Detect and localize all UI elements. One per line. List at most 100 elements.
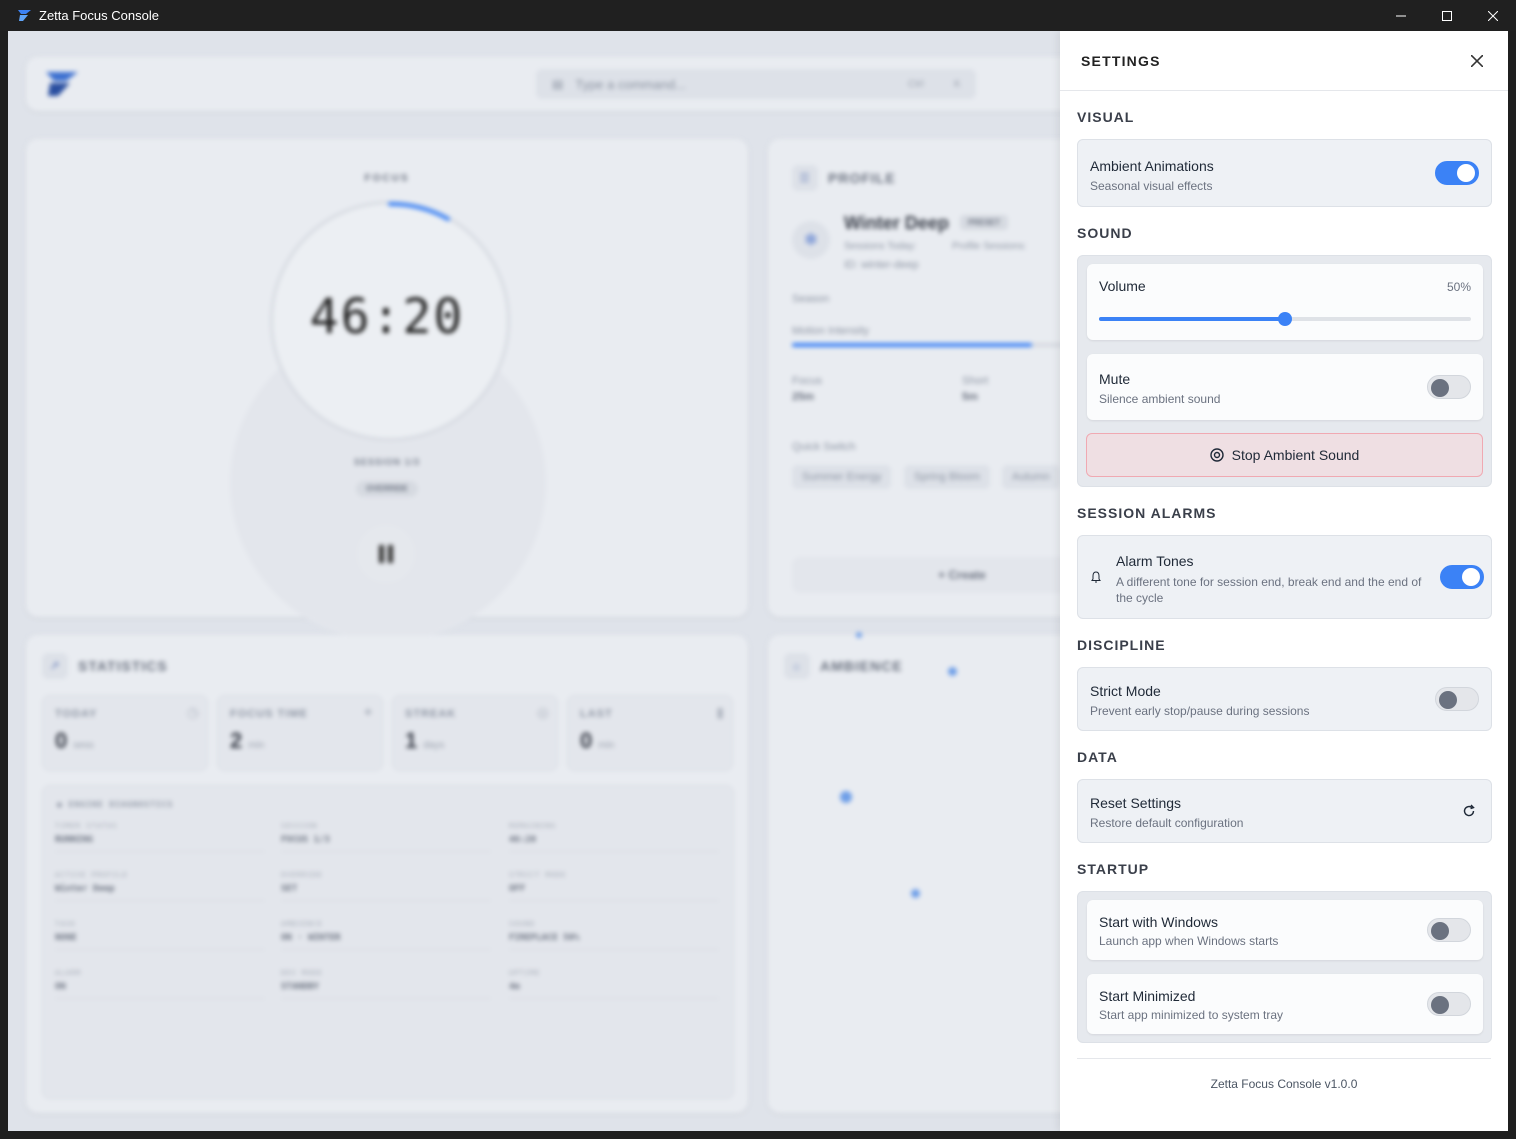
diagnostics-cell: TIMER STATUS RUNNING [55, 822, 265, 852]
start-with-windows-toggle[interactable] [1427, 918, 1471, 942]
minimize-button[interactable] [1378, 0, 1424, 31]
diagnostics-title: ● ENGINE DIAGNOSTICS [57, 800, 174, 809]
alarm-tones-toggle[interactable] [1440, 565, 1484, 589]
focus-duration-label: Focus [792, 375, 822, 387]
stop-ambient-sound-label: Stop Ambient Sound [1231, 447, 1360, 463]
diagnostics-cell: DEV MODE STANDBY [281, 969, 491, 999]
diag-key: AMBIENCE [281, 920, 323, 928]
quick-switch-chip[interactable]: Summer Energy [792, 465, 892, 489]
sun-icon: ☼ [784, 653, 810, 679]
diagnostics-cell: SOUND FIREPLACE 50% [509, 920, 719, 950]
shortcut-key: K [954, 78, 961, 90]
diag-value: FOCUS 1/3 [281, 835, 330, 845]
diag-value: SET [281, 884, 298, 894]
diag-key: SESSION [281, 822, 318, 830]
stat-unit: sess [73, 740, 94, 751]
diagnostics-cell: AMBIENCE ON · WINTER [281, 920, 491, 950]
ambience-header-label: AMBIENCE [820, 658, 903, 674]
footer-divider [1077, 1058, 1491, 1059]
timer-display: 46:20 [309, 289, 465, 345]
pause-icon [379, 545, 393, 563]
session-alarms-section-label: SESSION ALARMS [1077, 505, 1217, 521]
diagnostics-cell: SESSION FOCUS 1/3 [281, 822, 491, 852]
engine-diagnostics: ● ENGINE DIAGNOSTICS TIMER STATUS RUNNING… [42, 785, 734, 1099]
start-minimized-toggle[interactable] [1427, 992, 1471, 1016]
start-with-windows-subtitle: Launch app when Windows starts [1099, 934, 1279, 948]
sound-panel: Volume 50% Mute Silence ambient sound St… [1077, 255, 1492, 487]
snow-particle [911, 889, 920, 898]
diagnostics-cell: ACTIVE PROFILE Winter Deep [55, 871, 265, 901]
preset-badge: PRESET [960, 215, 1009, 230]
close-settings-button[interactable] [1466, 50, 1488, 72]
app-logo-icon [18, 9, 31, 21]
quick-switch-chip[interactable]: Spring Bloom [904, 465, 991, 489]
reset-settings-subtitle: Restore default configuration [1090, 816, 1244, 830]
command-palette-input[interactable]: ▤ Type a command... Ctrl K [536, 69, 976, 99]
close-icon [1488, 10, 1498, 21]
volume-slider[interactable] [1099, 312, 1471, 326]
diag-key: ALARM [55, 969, 82, 977]
reset-settings-row[interactable]: Reset Settings Restore default configura… [1077, 779, 1492, 843]
top-bar: ▤ Type a command... Ctrl K [26, 57, 1226, 111]
window-title: Zetta Focus Console [39, 8, 159, 23]
quick-switch-chip[interactable]: Autumn [1002, 465, 1060, 489]
stop-circle-icon [1209, 448, 1224, 462]
focus-card: FOCUS 46:20 SESSION 1/3 OVERRIDE [26, 139, 748, 641]
stat-value: 0 [55, 728, 68, 753]
reset-settings-title: Reset Settings [1090, 795, 1182, 811]
stat-label: TODAY [55, 708, 98, 720]
start-with-windows-row: Start with Windows Launch app when Windo… [1087, 900, 1483, 960]
strict-mode-toggle[interactable] [1435, 687, 1479, 711]
diag-key: ACTIVE PROFILE [55, 871, 129, 879]
mute-toggle[interactable] [1427, 375, 1471, 399]
diag-value: 4m [509, 982, 520, 992]
diag-value: Winter Deep [55, 884, 115, 894]
quick-switch-label: Quick Switch [792, 441, 856, 453]
alarm-tones-row: Alarm Tones A different tone for session… [1077, 535, 1492, 619]
settings-header: SETTINGS [1060, 31, 1508, 91]
volume-slider-thumb[interactable] [1278, 312, 1292, 326]
minimize-icon [1396, 15, 1406, 16]
diagnostics-cell: OVERRIDE SET [281, 871, 491, 901]
stat-unit: min [598, 740, 615, 751]
stat-label: STREAK [405, 708, 457, 720]
diag-value: 46:20 [509, 835, 537, 845]
volume-value: 50% [1446, 280, 1471, 294]
short-break-label: Short [962, 375, 989, 387]
stat-card-today: TODAY ◷ 0 sess [42, 695, 208, 771]
stat-card-last: LAST ▮ 0 min [567, 695, 733, 771]
ambience-header: ☼ AMBIENCE [784, 653, 903, 679]
motion-label: Motion Intensity [792, 325, 870, 337]
close-window-button[interactable] [1470, 0, 1516, 31]
short-break-value: 5m [962, 391, 978, 403]
diag-value: NONE [55, 933, 77, 943]
sparkle-icon: ✦ [362, 704, 374, 720]
snowflake-icon: ✻ [792, 221, 830, 259]
stat-card-streak: STREAK ◎ 1 days [392, 695, 558, 771]
diag-value: STANDBY [281, 982, 319, 992]
maximize-button[interactable] [1424, 0, 1470, 31]
diag-key: DEV MODE [281, 969, 323, 977]
refresh-icon[interactable] [1462, 804, 1476, 823]
stat-label: LAST [580, 708, 613, 720]
diag-value: RUNNING [55, 835, 93, 845]
stop-ambient-sound-button[interactable]: Stop Ambient Sound [1086, 433, 1483, 477]
diag-key: REMAINING [509, 822, 556, 830]
sound-section-label: SOUND [1077, 225, 1133, 241]
ambient-animations-toggle[interactable] [1435, 161, 1479, 185]
target-icon: ◎ [536, 704, 549, 720]
startup-panel: Start with Windows Launch app when Windo… [1077, 891, 1492, 1043]
startup-section-label: STARTUP [1077, 861, 1150, 877]
pause-button[interactable] [357, 525, 415, 583]
motion-intensity-bar [792, 343, 1092, 347]
shortcut-ctrl: Ctrl [908, 78, 924, 90]
settings-title: SETTINGS [1081, 53, 1161, 69]
app-canvas: ▤ Type a command... Ctrl K FOCUS 46:20 S… [8, 31, 1508, 1131]
focus-label: FOCUS [364, 173, 410, 184]
alarm-tones-title: Alarm Tones [1116, 553, 1194, 569]
diag-value: FIREPLACE 50% [509, 933, 580, 943]
ambient-animations-title: Ambient Animations [1090, 158, 1214, 174]
diagnostics-cell: UPTIME 4m [509, 969, 719, 999]
start-minimized-row: Start Minimized Start app minimized to s… [1087, 974, 1483, 1034]
stat-label: FOCUS TIME [230, 708, 308, 720]
